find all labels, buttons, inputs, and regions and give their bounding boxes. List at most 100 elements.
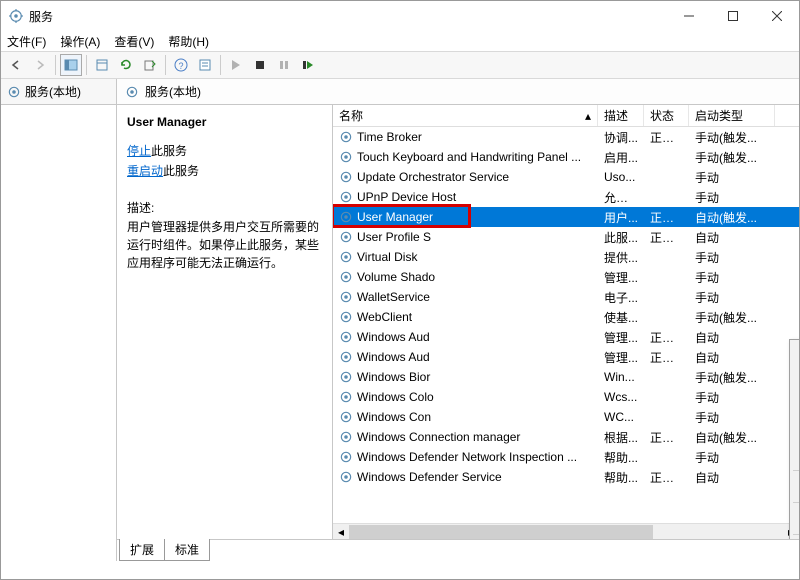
scroll-thumb[interactable]	[349, 525, 653, 539]
ctx-pause: 暂停(U)	[792, 392, 799, 417]
service-startup: 自动	[689, 329, 775, 346]
service-row[interactable]: WebClient使基...手动(触发...	[333, 307, 799, 327]
back-button[interactable]	[5, 54, 27, 76]
horizontal-scrollbar[interactable]: ◂ ▸	[333, 523, 799, 539]
gear-icon	[339, 350, 353, 364]
service-row[interactable]: Update Orchestrator ServiceUso...手动	[333, 167, 799, 187]
ctx-properties[interactable]: 属性(R)	[792, 538, 799, 539]
gear-icon	[339, 290, 353, 304]
tab-standard[interactable]: 标准	[164, 539, 210, 561]
service-desc: 允许 ...	[598, 189, 644, 206]
service-startup: 手动	[689, 449, 775, 466]
service-startup: 手动	[689, 189, 775, 206]
stop-button[interactable]	[249, 54, 271, 76]
ctx-stop[interactable]: 停止(O)	[792, 367, 799, 392]
start-button[interactable]	[225, 54, 247, 76]
service-name: Windows Aud	[357, 350, 430, 364]
restart-button[interactable]	[297, 54, 319, 76]
restart-link[interactable]: 重启动	[127, 164, 163, 178]
service-row[interactable]: User Profile S此服...正在...自动	[333, 227, 799, 247]
stop-link[interactable]: 停止	[127, 144, 151, 158]
help-button[interactable]: ?	[170, 54, 192, 76]
toggle-pane-button[interactable]	[60, 54, 82, 76]
service-name: Touch Keyboard and Handwriting Panel ...	[357, 150, 581, 164]
service-name: WebClient	[357, 310, 412, 324]
window-title: 服务	[29, 8, 667, 25]
export-list-button[interactable]	[91, 54, 113, 76]
service-name: WalletService	[357, 290, 430, 304]
column-headers: 名称▴ 描述 状态 启动类型	[333, 105, 799, 127]
service-desc: 管理...	[598, 269, 644, 286]
service-name: Windows Defender Network Inspection ...	[357, 450, 577, 464]
col-startup[interactable]: 启动类型	[689, 105, 775, 126]
col-status[interactable]: 状态	[644, 105, 689, 126]
pause-button[interactable]	[273, 54, 295, 76]
service-startup: 手动	[689, 409, 775, 426]
gear-icon	[339, 270, 353, 284]
menu-help[interactable]: 帮助(H)	[168, 33, 209, 50]
ctx-refresh[interactable]: 刷新(F)	[792, 506, 799, 531]
detail-pane: User Manager 停止此服务 重启动此服务 描述: 用户管理器提供多用户…	[117, 105, 333, 539]
gear-icon	[339, 250, 353, 264]
service-row[interactable]: User Manager用户...正在...自动(触发...	[333, 207, 799, 227]
forward-button[interactable]	[29, 54, 51, 76]
gear-icon	[339, 430, 353, 444]
service-row[interactable]: Windows Aud管理...正在...自动	[333, 327, 799, 347]
service-row[interactable]: Windows Connection manager根据...正在...自动(触…	[333, 427, 799, 447]
service-startup: 手动	[689, 169, 775, 186]
right-panel: 服务(本地) User Manager 停止此服务 重启动此服务 描述: 用户管…	[117, 79, 799, 561]
gear-icon	[339, 370, 353, 384]
service-row[interactable]: Volume Shado管理...手动	[333, 267, 799, 287]
ctx-restart[interactable]: 重新启动(E)	[792, 442, 799, 467]
service-row[interactable]: Windows ColoWcs...手动	[333, 387, 799, 407]
service-desc: Uso...	[598, 170, 644, 184]
service-row[interactable]: Windows Defender Service帮助...正在...自动	[333, 467, 799, 487]
gear-icon	[339, 130, 353, 144]
toolbar: ?	[1, 51, 799, 79]
menu-action[interactable]: 操作(A)	[60, 33, 100, 50]
main-area: 服务(本地) 服务(本地) User Manager 停止此服务 重启动此服务 …	[1, 79, 799, 561]
tree-root[interactable]: 服务(本地)	[1, 79, 116, 105]
service-name: Volume Shado	[357, 270, 435, 284]
right-header: 服务(本地)	[117, 79, 799, 105]
service-name: UPnP Device Host	[357, 190, 456, 204]
service-row[interactable]: Windows Aud管理...正在...自动	[333, 347, 799, 367]
refresh-button[interactable]	[115, 54, 137, 76]
service-row[interactable]: Windows BiorWin...手动(触发...	[333, 367, 799, 387]
service-startup: 手动(触发...	[689, 369, 775, 386]
service-row[interactable]: Touch Keyboard and Handwriting Panel ...…	[333, 147, 799, 167]
gear-icon	[339, 150, 353, 164]
menu-view[interactable]: 查看(V)	[114, 33, 154, 50]
service-startup: 自动(触发...	[689, 429, 775, 446]
service-startup: 手动(触发...	[689, 309, 775, 326]
menu-file[interactable]: 文件(F)	[7, 33, 46, 50]
service-row[interactable]: Windows ConWC...手动	[333, 407, 799, 427]
col-name[interactable]: 名称▴	[333, 105, 598, 126]
col-desc[interactable]: 描述	[598, 105, 644, 126]
service-row[interactable]: Windows Defender Network Inspection ... 帮…	[333, 447, 799, 467]
properties-button[interactable]	[194, 54, 216, 76]
minimize-button[interactable]	[667, 1, 711, 31]
service-desc: 帮助...	[598, 449, 644, 466]
service-status: 正在...	[644, 429, 689, 446]
service-name: Windows Con	[357, 410, 431, 424]
service-row[interactable]: Virtual Disk提供...手动	[333, 247, 799, 267]
service-status: 正在...	[644, 209, 689, 226]
export-button[interactable]	[139, 54, 161, 76]
scroll-left-icon[interactable]: ◂	[333, 525, 349, 539]
ctx-all-tasks[interactable]: 所有任务(K)▶	[792, 474, 799, 499]
service-desc: 电子...	[598, 289, 644, 306]
service-name: Windows Connection manager	[357, 430, 520, 444]
close-button[interactable]	[755, 1, 799, 31]
service-name: Windows Bior	[357, 370, 430, 384]
tab-extended[interactable]: 扩展	[119, 539, 165, 561]
maximize-button[interactable]	[711, 1, 755, 31]
menubar: 文件(F) 操作(A) 查看(V) 帮助(H)	[1, 31, 799, 51]
service-name: Windows Colo	[357, 390, 434, 404]
service-row[interactable]: Time Broker协调...正在...手动(触发...	[333, 127, 799, 147]
service-name: Windows Aud	[357, 330, 430, 344]
service-row[interactable]: WalletService电子...手动	[333, 287, 799, 307]
service-startup: 自动	[689, 229, 775, 246]
service-name: Time Broker	[357, 130, 422, 144]
service-row[interactable]: UPnP Device Host 允许 ... 手动	[333, 187, 799, 207]
